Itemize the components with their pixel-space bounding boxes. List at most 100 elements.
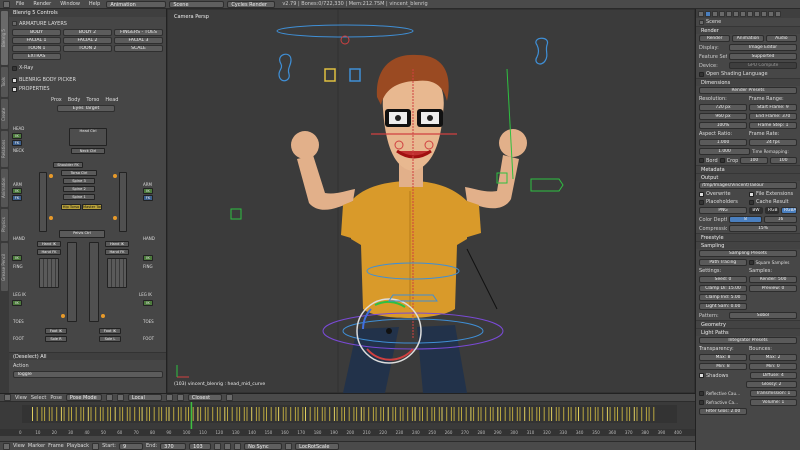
- leg-right-ik-toggle[interactable]: IK: [143, 300, 153, 306]
- keyframe-mark[interactable]: [636, 407, 638, 421]
- keyframe-mark[interactable]: [512, 407, 514, 421]
- menu-marker[interactable]: Marker: [28, 443, 45, 449]
- keyframe-mark[interactable]: [480, 407, 482, 421]
- keyframe-mark[interactable]: [348, 407, 350, 421]
- sole-left-button[interactable]: Sole R: [45, 336, 67, 342]
- material-tab-icon[interactable]: [768, 10, 774, 17]
- placeholders-checkbox[interactable]: [699, 199, 704, 205]
- remap-old-field[interactable]: 100: [740, 157, 768, 164]
- keyframe-mark[interactable]: [324, 407, 326, 421]
- keyframe-mark[interactable]: [329, 407, 331, 421]
- keyframe-mark[interactable]: [236, 407, 238, 421]
- keyframe-mark[interactable]: [411, 407, 413, 421]
- keyframe-mark[interactable]: [75, 407, 77, 421]
- body-picker-checkbox[interactable]: [12, 77, 17, 83]
- tab-blenrig[interactable]: Blenrig 5: [1, 11, 8, 65]
- light-sampling-field[interactable]: Light Sam: 0.00: [699, 303, 747, 310]
- keyframe-mark[interactable]: [197, 407, 199, 421]
- render-button[interactable]: Render: [699, 35, 731, 42]
- tab-relations[interactable]: Relations: [1, 131, 8, 167]
- keyframe-mark[interactable]: [473, 407, 475, 421]
- keyframe-mark[interactable]: [380, 407, 382, 421]
- menu-file[interactable]: File: [13, 1, 27, 7]
- keyframe-mark[interactable]: [255, 407, 257, 421]
- menu-pose[interactable]: Pose: [50, 395, 62, 401]
- gizmo-center[interactable]: [386, 328, 392, 334]
- keyframe-mark[interactable]: [270, 407, 272, 421]
- editor-type-icon[interactable]: [3, 442, 10, 450]
- keyframe-mark[interactable]: [107, 407, 109, 421]
- picker-dot[interactable]: [49, 216, 53, 220]
- keyframe-mark[interactable]: [465, 407, 467, 421]
- snap-icon[interactable]: [176, 394, 184, 401]
- tab-create[interactable]: Create: [1, 99, 8, 129]
- current-frame-field[interactable]: 103: [189, 442, 212, 450]
- arm-left-fk-toggle[interactable]: FK: [12, 195, 22, 201]
- keyframe-mark[interactable]: [290, 407, 292, 421]
- keyframe-mark[interactable]: [582, 407, 584, 421]
- output-path-field[interactable]: /tmp/Images/Vincent/Tailour: [699, 182, 797, 189]
- keyframe-mark[interactable]: [419, 407, 421, 421]
- keyframe-mark[interactable]: [294, 407, 296, 421]
- keyframe-mark[interactable]: [653, 407, 655, 421]
- leg-left-ik-toggle[interactable]: IK: [12, 300, 22, 306]
- render-engine-selector[interactable]: Cycles Render: [227, 0, 276, 8]
- layer-button-body2[interactable]: BODY 2: [63, 28, 112, 36]
- sync-dropdown[interactable]: No Sync: [244, 442, 283, 450]
- render-preview-icon[interactable]: [225, 394, 233, 401]
- workspace-selector[interactable]: Animation: [106, 0, 167, 8]
- keyframe-mark[interactable]: [575, 407, 577, 421]
- animation-button[interactable]: Animation: [732, 35, 764, 42]
- keyframe-mark[interactable]: [41, 407, 43, 421]
- hip-torso-button[interactable]: Hip Torso: [61, 204, 81, 210]
- section-dimensions[interactable]: Dimensions: [696, 78, 800, 86]
- keyframe-mark[interactable]: [168, 407, 170, 421]
- pelvis-ctrl-button[interactable]: Pelvis Ctrl: [59, 230, 105, 238]
- fingers-left-grid[interactable]: [39, 258, 59, 288]
- border-checkbox[interactable]: [699, 158, 704, 163]
- section-freestyle[interactable]: Freestyle: [696, 233, 800, 241]
- timeline[interactable]: 0 10 20 30 40 50 60 70 80 90 100 110 120 130 140 150 160…: [0, 402, 695, 436]
- section-output[interactable]: Output: [696, 173, 800, 181]
- properties-checkbox[interactable]: [12, 86, 17, 92]
- keyframe-mark[interactable]: [282, 407, 284, 421]
- keyframe-mark[interactable]: [102, 407, 104, 421]
- keyframe-mark[interactable]: [489, 407, 491, 421]
- keyframe-mark[interactable]: [606, 407, 608, 421]
- keyframe-mark[interactable]: [446, 407, 448, 421]
- end-frame-field[interactable]: 370: [160, 442, 187, 450]
- keyframe-mark[interactable]: [395, 407, 397, 421]
- glossy-field[interactable]: Glossy: 2: [746, 381, 797, 388]
- aspect-x-field[interactable]: 1.000: [699, 139, 747, 146]
- remap-new-field[interactable]: 100: [769, 157, 797, 164]
- keyframe-mark[interactable]: [200, 407, 202, 421]
- keyframe-mark[interactable]: [212, 407, 214, 421]
- editor-type-icon[interactable]: [698, 10, 704, 17]
- mode-selector[interactable]: Pose Mode: [65, 394, 102, 401]
- arm-right-fk-toggle[interactable]: FK: [143, 195, 153, 201]
- keyframe-mark[interactable]: [399, 407, 401, 421]
- render-presets-dropdown[interactable]: Render Presets: [699, 87, 797, 94]
- hand-fk-left-button[interactable]: Hand FK: [37, 249, 61, 255]
- tab-physics[interactable]: Physics: [1, 209, 8, 241]
- keyframe-mark[interactable]: [341, 407, 343, 421]
- keyframe-mark[interactable]: [83, 407, 85, 421]
- keyframe-mark[interactable]: [317, 407, 319, 421]
- section-light-paths[interactable]: Light Paths: [696, 328, 800, 336]
- editor-type-icon[interactable]: [4, 394, 11, 401]
- resolution-x-field[interactable]: 720 px: [699, 104, 747, 111]
- layer-button-fingers[interactable]: FINGERS - TOES: [114, 28, 163, 36]
- keyframe-mark[interactable]: [431, 407, 433, 421]
- keyframe-mark[interactable]: [278, 407, 280, 421]
- leg-left-chain[interactable]: [67, 242, 77, 322]
- keyframe-mark[interactable]: [258, 407, 260, 421]
- picker-dot[interactable]: [113, 216, 117, 220]
- keyframe-mark[interactable]: [500, 407, 501, 421]
- keyframe-mark[interactable]: [173, 407, 175, 421]
- keyframe-mark[interactable]: [470, 407, 472, 421]
- keyframe-mark[interactable]: [129, 407, 131, 421]
- keyframe-mark[interactable]: [231, 407, 233, 421]
- foot-ik-right-button[interactable]: Foot IK: [99, 328, 121, 334]
- keyframe-mark[interactable]: [509, 407, 511, 421]
- section-render[interactable]: Render: [696, 26, 800, 34]
